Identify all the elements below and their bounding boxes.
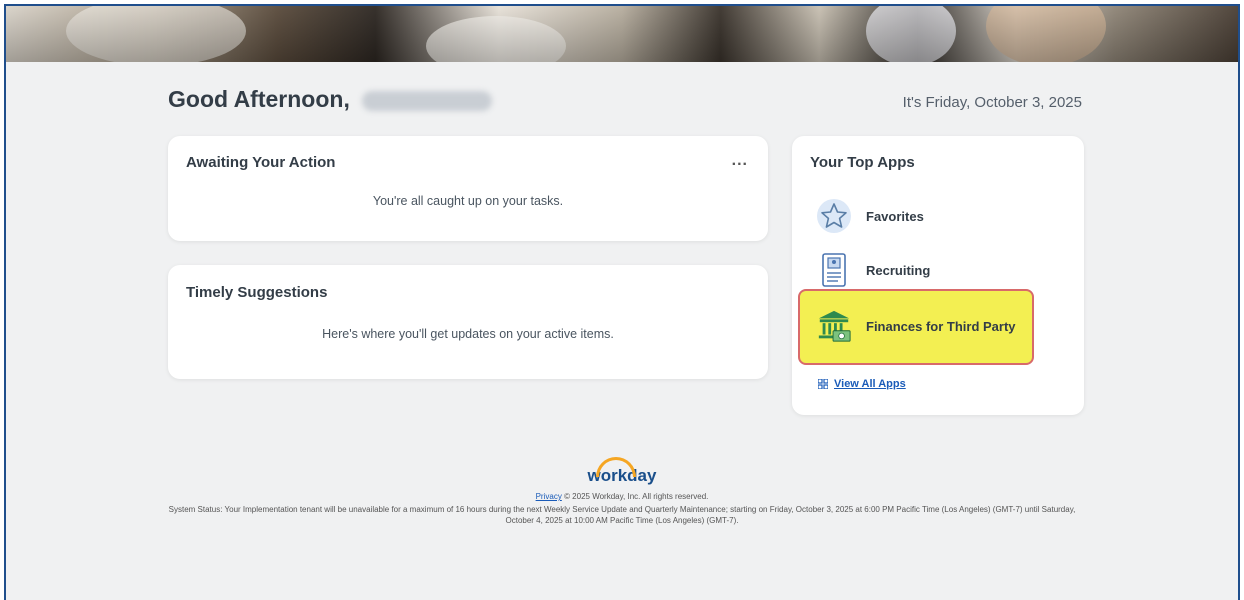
greeting-heading: Good Afternoon, [168, 86, 493, 113]
app-finances-label: Finances for Third Party [866, 318, 1016, 334]
top-apps-title: Your Top Apps [810, 154, 915, 171]
document-icon [816, 252, 852, 288]
system-status-text: System Status: Your Implementation tenan… [168, 505, 1076, 525]
awaiting-action-message: You're all caught up on your tasks. [372, 194, 564, 208]
timely-suggestions-title: Timely Suggestions [186, 284, 328, 301]
footer-copyright-line: Privacy © 2025 Workday, Inc. All rights … [6, 492, 1238, 501]
app-frame: Good Afternoon, It's Friday, October 3, … [4, 4, 1240, 600]
current-date: It's Friday, October 3, 2025 [902, 94, 1082, 111]
hero-banner-image [6, 6, 1238, 62]
view-all-apps-link[interactable]: View All Apps [818, 378, 906, 390]
greeting-text: Good Afternoon, [168, 86, 350, 112]
awaiting-action-title: Awaiting Your Action [186, 154, 336, 171]
view-all-apps-label: View All Apps [834, 378, 906, 390]
grid-icon [818, 379, 828, 389]
footer: workday Privacy © 2025 Workday, Inc. All… [6, 457, 1238, 526]
awaiting-action-card: Awaiting Your Action ... You're all caug… [168, 136, 768, 241]
user-name-redacted [362, 90, 493, 111]
app-favorites[interactable]: Favorites [816, 198, 924, 234]
top-apps-card: Your Top Apps Favorites Recruiting Finan… [792, 136, 1084, 415]
timely-suggestions-card: Timely Suggestions Here's where you'll g… [168, 265, 768, 379]
app-favorites-label: Favorites [866, 208, 924, 224]
app-recruiting[interactable]: Recruiting [816, 252, 930, 288]
logo-arc-icon [595, 457, 636, 477]
app-finances-third-party[interactable]: Finances for Third Party [816, 308, 1016, 344]
privacy-link[interactable]: Privacy [536, 492, 562, 501]
star-icon [816, 198, 852, 234]
app-recruiting-label: Recruiting [866, 262, 931, 278]
workday-logo: workday [588, 457, 656, 486]
more-options-button[interactable]: ... [732, 152, 748, 170]
timely-suggestions-message: Here's where you'll get updates on your … [322, 327, 614, 341]
copyright-text: © 2025 Workday, Inc. All rights reserved… [564, 492, 709, 501]
bank-icon [816, 308, 852, 344]
